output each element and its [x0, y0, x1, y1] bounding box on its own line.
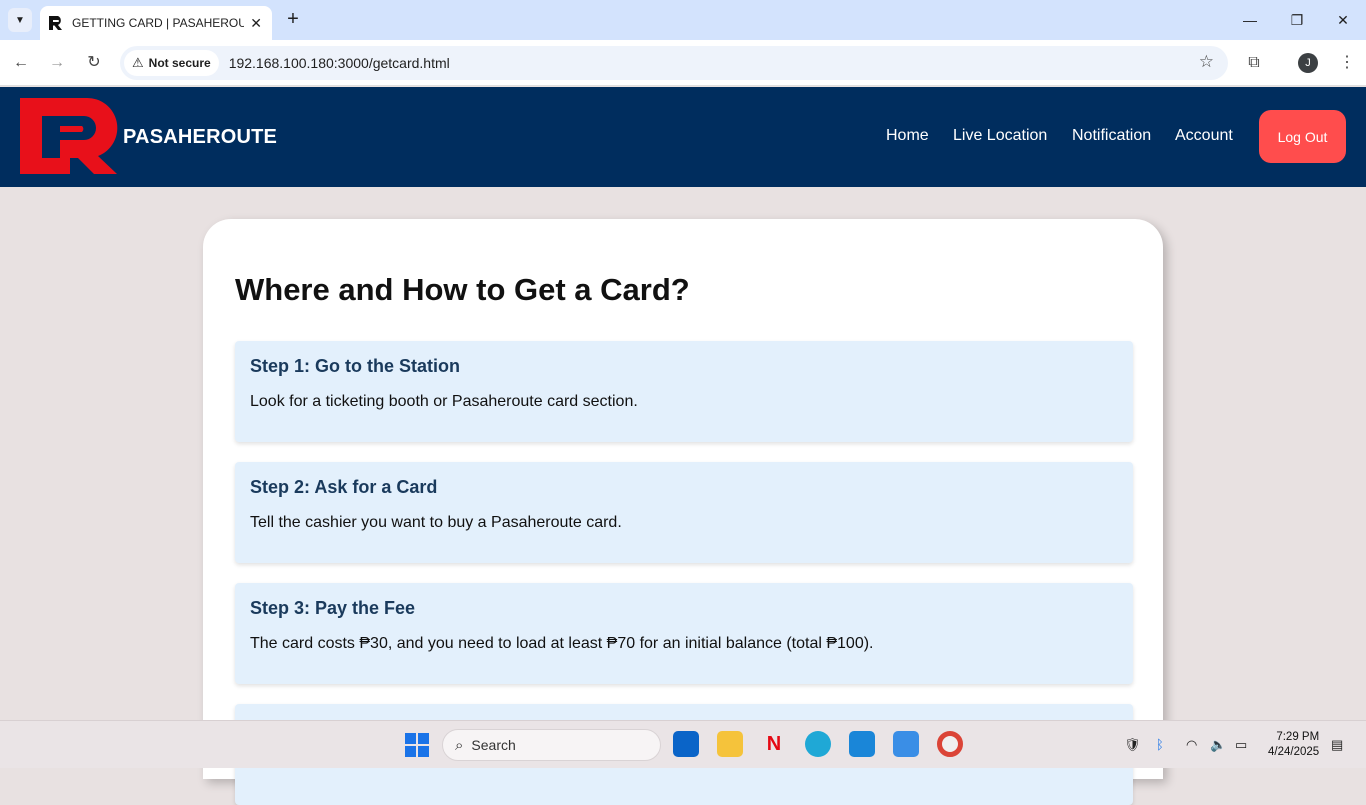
- close-window-icon[interactable]: ✕: [1331, 8, 1355, 32]
- forward-icon[interactable]: →: [45, 51, 69, 75]
- step-text: The card costs ₱30, and you need to load…: [250, 635, 874, 652]
- new-tab-button[interactable]: +: [282, 8, 304, 30]
- windows-start-icon[interactable]: [405, 733, 429, 757]
- nav-home[interactable]: Home: [886, 127, 929, 145]
- security-label: Not secure: [148, 56, 211, 70]
- back-icon[interactable]: ←: [9, 51, 33, 75]
- menu-icon[interactable]: ⋮: [1335, 51, 1359, 75]
- chrome-icon[interactable]: [937, 731, 963, 757]
- battery-icon[interactable]: ▭: [1235, 737, 1247, 753]
- security-chip[interactable]: ⚠ Not secure: [124, 50, 219, 76]
- wifi-icon[interactable]: ◠: [1186, 737, 1197, 753]
- profile-avatar[interactable]: J: [1298, 53, 1318, 73]
- brand-name: PASAHEROUTE: [123, 126, 278, 148]
- step-card: Step 3: Pay the Fee The card costs ₱30, …: [235, 583, 1133, 684]
- browser-tab-bar: ▼ GETTING CARD | PASAHEROUTE ✕ + — ❐ ✕: [0, 0, 1366, 40]
- bluetooth-icon[interactable]: ᛒ: [1156, 737, 1164, 752]
- url-text[interactable]: 192.168.100.180:3000/getcard.html: [229, 55, 450, 71]
- netflix-icon[interactable]: N: [761, 731, 787, 757]
- reload-icon[interactable]: ↻: [82, 51, 106, 75]
- taskbar-search[interactable]: ⌕ Search: [442, 729, 661, 761]
- edge-icon[interactable]: [805, 731, 831, 757]
- restore-icon[interactable]: ❐: [1285, 8, 1309, 32]
- step-card: Step 1: Go to the Station Look for a tic…: [235, 341, 1133, 442]
- step-title: Step 3: Pay the Fee: [250, 598, 416, 618]
- step-card: Step 2: Ask for a Card Tell the cashier …: [235, 462, 1133, 563]
- pasaheroute-logo-icon[interactable]: [20, 96, 118, 174]
- volume-icon[interactable]: 🔈: [1210, 737, 1226, 753]
- extensions-icon[interactable]: ⧉: [1242, 51, 1266, 75]
- notification-icon[interactable]: ▤: [1331, 737, 1343, 753]
- tab-search-button[interactable]: ▼: [8, 8, 32, 32]
- step-text: Tell the cashier you want to buy a Pasah…: [250, 514, 622, 531]
- content-card: Where and How to Get a Card? Step 1: Go …: [203, 219, 1163, 805]
- address-bar[interactable]: ⚠ Not secure 192.168.100.180:3000/getcar…: [120, 46, 1228, 80]
- nav-account[interactable]: Account: [1175, 127, 1233, 145]
- chevron-down-icon: ▼: [15, 14, 25, 26]
- warning-icon: ⚠: [132, 55, 144, 70]
- clock-time: 7:29 PM: [1276, 731, 1320, 743]
- file-explorer-icon[interactable]: [717, 731, 743, 757]
- clock-date: 4/24/2025: [1268, 746, 1320, 758]
- step-title: Step 2: Ask for a Card: [250, 477, 438, 497]
- security-shield-icon[interactable]: 🛡: [1124, 737, 1141, 753]
- bookmark-star-icon[interactable]: ☆: [1199, 52, 1214, 72]
- minimize-icon[interactable]: —: [1238, 8, 1262, 32]
- logout-button[interactable]: Log Out: [1259, 110, 1346, 163]
- vscode-icon[interactable]: [849, 731, 875, 757]
- browser-tab[interactable]: GETTING CARD | PASAHEROUTE ✕: [40, 6, 272, 40]
- site-favicon-icon: [49, 16, 62, 30]
- nav-notification[interactable]: Notification: [1072, 127, 1151, 145]
- windows-taskbar: ⌕ Search N 🛡 ᛒ ◠ 🔈 ▭ 7:29 PM 4/24/2025 ▤: [0, 720, 1366, 768]
- site-header: PASAHEROUTE Home Live Location Notificat…: [0, 87, 1366, 187]
- photos-icon[interactable]: [893, 731, 919, 757]
- step-text: Look for a ticketing booth or Pasaherout…: [250, 393, 638, 410]
- nav-live-location[interactable]: Live Location: [953, 127, 1047, 145]
- step-title: Step 1: Go to the Station: [250, 356, 460, 376]
- browser-toolbar: ← → ↻ ⚠ Not secure 192.168.100.180:3000/…: [0, 40, 1366, 86]
- search-placeholder: Search: [471, 737, 516, 753]
- system-clock[interactable]: 7:29 PM 4/24/2025: [1268, 730, 1319, 760]
- tab-title: GETTING CARD | PASAHEROUTE: [72, 16, 245, 30]
- close-tab-icon[interactable]: ✕: [250, 15, 262, 32]
- outlook-icon[interactable]: [673, 731, 699, 757]
- page-title: Where and How to Get a Card?: [235, 272, 690, 307]
- search-icon: ⌕: [455, 736, 464, 754]
